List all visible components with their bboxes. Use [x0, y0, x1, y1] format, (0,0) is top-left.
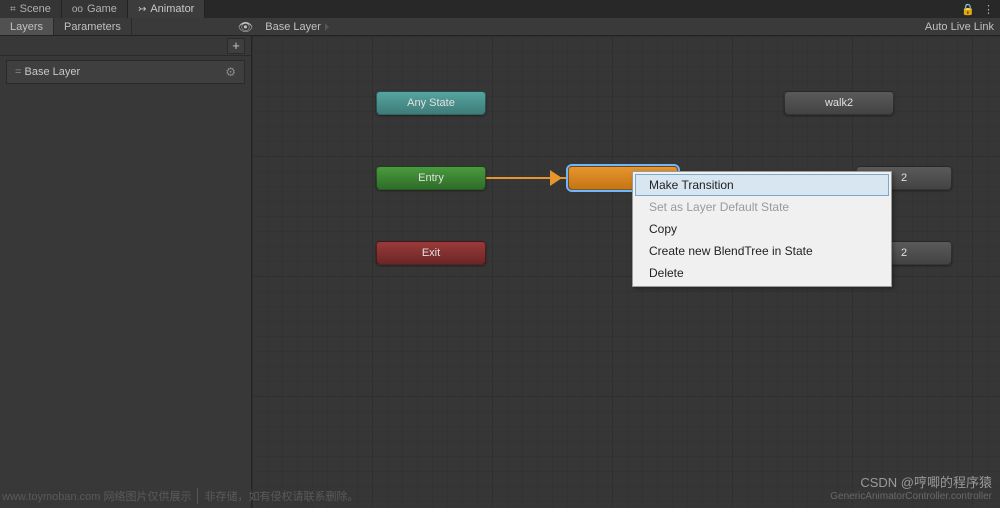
breadcrumb[interactable]: Base Layer	[259, 21, 335, 33]
layers-sidebar: + Base Layer ⚙	[0, 36, 252, 508]
node-entry[interactable]: Entry	[376, 166, 486, 190]
footer-watermark: www.toymoban.com 网络图片仅供展示 非存储，如有侵权请联系删除。	[2, 488, 358, 504]
layer-name: Base Layer	[15, 66, 80, 78]
tab-animator[interactable]: ↣ Animator	[128, 0, 205, 18]
scene-icon: ⌗	[10, 4, 16, 15]
eye-icon[interactable]: 👁	[238, 20, 253, 34]
tab-label: Scene	[20, 3, 51, 15]
menu-create-blendtree[interactable]: Create new BlendTree in State	[635, 240, 889, 262]
add-layer-button[interactable]: +	[227, 38, 245, 54]
menu-copy[interactable]: Copy	[635, 218, 889, 240]
menu-delete[interactable]: Delete	[635, 262, 889, 284]
node-exit[interactable]: Exit	[376, 241, 486, 265]
controller-path: GenericAnimatorController.controller	[830, 491, 992, 502]
animator-graph[interactable]: Any State Entry Exit walk2 2 2 Make Tran…	[252, 36, 1000, 508]
kebab-icon[interactable]: ⋮	[983, 3, 994, 16]
tab-label: Game	[87, 3, 117, 15]
menu-make-transition[interactable]: Make Transition	[635, 174, 889, 196]
node-walk2[interactable]: walk2	[784, 91, 894, 115]
layer-item[interactable]: Base Layer ⚙	[6, 60, 245, 84]
transition-arrow-icon	[550, 170, 562, 186]
subtab-parameters[interactable]: Parameters	[54, 18, 132, 35]
subtab-layers[interactable]: Layers	[0, 18, 54, 35]
menu-set-default: Set as Layer Default State	[635, 196, 889, 218]
animator-icon: ↣	[138, 4, 146, 15]
gear-icon[interactable]: ⚙	[225, 65, 236, 79]
tab-scene[interactable]: ⌗ Scene	[0, 0, 62, 18]
node-any-state[interactable]: Any State	[376, 91, 486, 115]
footer-credit: CSDN @哼唧的程序猿 GenericAnimatorController.c…	[830, 472, 992, 502]
lock-icon[interactable]: 🔒	[961, 3, 975, 16]
tab-label: Animator	[150, 3, 194, 15]
window-tabs: ⌗ Scene ᴏᴏ Game ↣ Animator 🔒 ⋮	[0, 0, 1000, 18]
game-icon: ᴏᴏ	[72, 4, 83, 15]
animator-toolbar: Layers Parameters 👁 Base Layer Auto Live…	[0, 18, 1000, 36]
auto-live-link-toggle[interactable]: Auto Live Link	[925, 18, 994, 36]
tab-game[interactable]: ᴏᴏ Game	[62, 0, 128, 18]
context-menu: Make Transition Set as Layer Default Sta…	[632, 171, 892, 287]
